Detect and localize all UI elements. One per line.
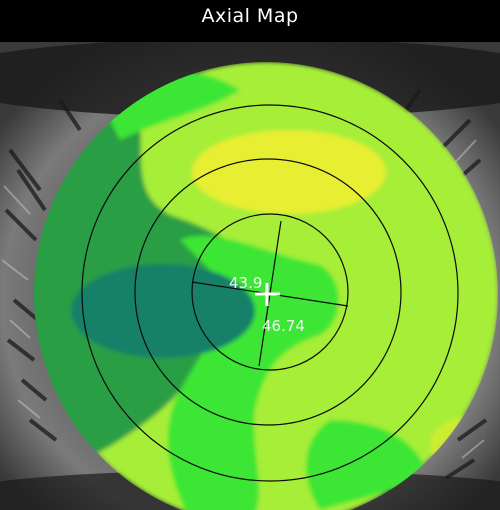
map-viewer[interactable]: 43.9 46.74: [0, 42, 500, 510]
map-title: Axial Map: [201, 5, 299, 27]
yellow-zone: [192, 130, 386, 214]
axial-map-canvas[interactable]: 43.9 46.74: [0, 42, 500, 510]
flat-k-readout: 43.9: [229, 274, 262, 292]
dark-teal-zone: [71, 264, 255, 358]
title-bar: Axial Map: [0, 0, 500, 42]
steep-k-readout: 46.74: [262, 317, 305, 335]
